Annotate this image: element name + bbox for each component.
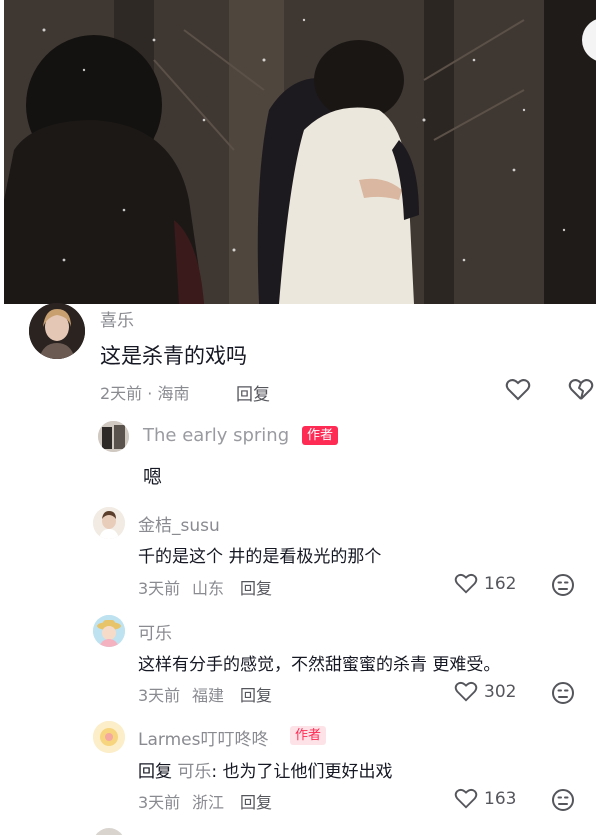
avatar[interactable] [93, 828, 125, 835]
comment-time-location: 2天前 · 海南 [100, 384, 190, 403]
comment-text: 这是杀青的戏吗 [100, 344, 247, 368]
reply-button[interactable]: 回复 [240, 789, 272, 813]
avatar[interactable] [93, 507, 125, 539]
avatar[interactable] [93, 721, 125, 753]
broken-heart-icon[interactable] [568, 378, 594, 406]
comment-text: 这样有分手的感觉，不然甜蜜蜜的杀青 更难受。 [138, 655, 501, 675]
like-button[interactable]: 163 [454, 788, 516, 810]
comment-screen: 喜乐 这是杀青的戏吗 2天前 · 海南 回复 The early spring … [0, 0, 600, 835]
reply-to-user[interactable]: 可乐 [177, 762, 211, 782]
reply-button[interactable]: 回复 [236, 380, 270, 405]
comment-text: 回复 可乐: 也为了让他们更好出戏 [138, 757, 393, 782]
avatar-image [29, 303, 85, 359]
comment-location: 福建 [192, 686, 225, 705]
like-count: 163 [484, 789, 517, 809]
dislike-face-icon[interactable] [551, 573, 575, 601]
heart-outline-icon [454, 681, 478, 702]
comment-location: 山东 [192, 579, 225, 598]
comment-username[interactable]: 金桔_susu [138, 511, 220, 536]
like-button[interactable]: 302 [454, 681, 516, 703]
avatar-image [93, 721, 125, 753]
avatar-image [98, 421, 129, 452]
avatar[interactable] [29, 303, 85, 359]
avatar[interactable] [93, 615, 125, 647]
comment-time: 3天前 [138, 579, 181, 598]
like-count: 162 [484, 574, 517, 594]
comment-time: 3天前 [138, 686, 181, 705]
comment-text: 嗯 [143, 466, 163, 488]
like-button[interactable]: 162 [454, 573, 516, 595]
comment-username[interactable]: Larmes叮叮咚咚 [138, 725, 268, 750]
heart-outline-icon [454, 573, 478, 594]
reply-prefix: 回复 [138, 762, 172, 782]
comment-username[interactable]: 喜乐 [100, 306, 134, 331]
avatar-image [93, 615, 125, 647]
reply-button[interactable]: 回复 [240, 682, 272, 706]
dislike-face-icon[interactable] [551, 788, 575, 816]
comment-text: 千的是这个 井的是看极光的那个 [138, 547, 382, 567]
comment-time: 3天前 [138, 793, 181, 812]
video-frame[interactable] [4, 0, 596, 304]
heart-outline-icon[interactable] [505, 378, 531, 406]
heart-outline-icon [454, 788, 478, 809]
comment-location: 浙江 [192, 793, 225, 812]
comment-username[interactable]: The early spring [143, 425, 289, 446]
dislike-face-icon[interactable] [551, 681, 575, 709]
author-badge: 作者 [290, 726, 327, 745]
avatar-image [93, 507, 125, 539]
reply-text: : 也为了让他们更好出戏 [211, 762, 393, 782]
reply-button[interactable]: 回复 [240, 575, 272, 599]
video-scene-image [4, 0, 596, 304]
comment-username[interactable]: 可乐 [138, 619, 172, 644]
avatar[interactable] [98, 421, 129, 452]
like-count: 302 [484, 682, 517, 702]
author-badge: 作者 [302, 426, 339, 445]
